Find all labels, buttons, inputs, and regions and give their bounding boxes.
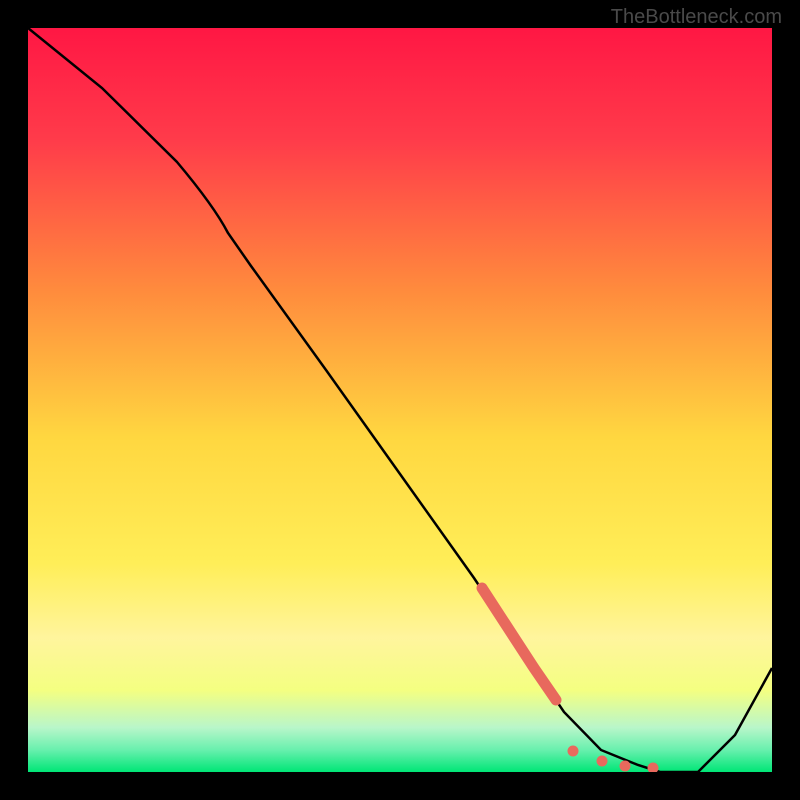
dot-1 [568, 746, 579, 757]
curve-path [28, 28, 772, 772]
highlight-band [482, 588, 556, 700]
watermark-text: TheBottleneck.com [611, 6, 782, 29]
dot-3 [620, 761, 631, 772]
chart-container [28, 28, 772, 772]
dot-2 [597, 756, 608, 767]
bottleneck-curve [28, 28, 772, 772]
dot-4 [648, 763, 659, 773]
